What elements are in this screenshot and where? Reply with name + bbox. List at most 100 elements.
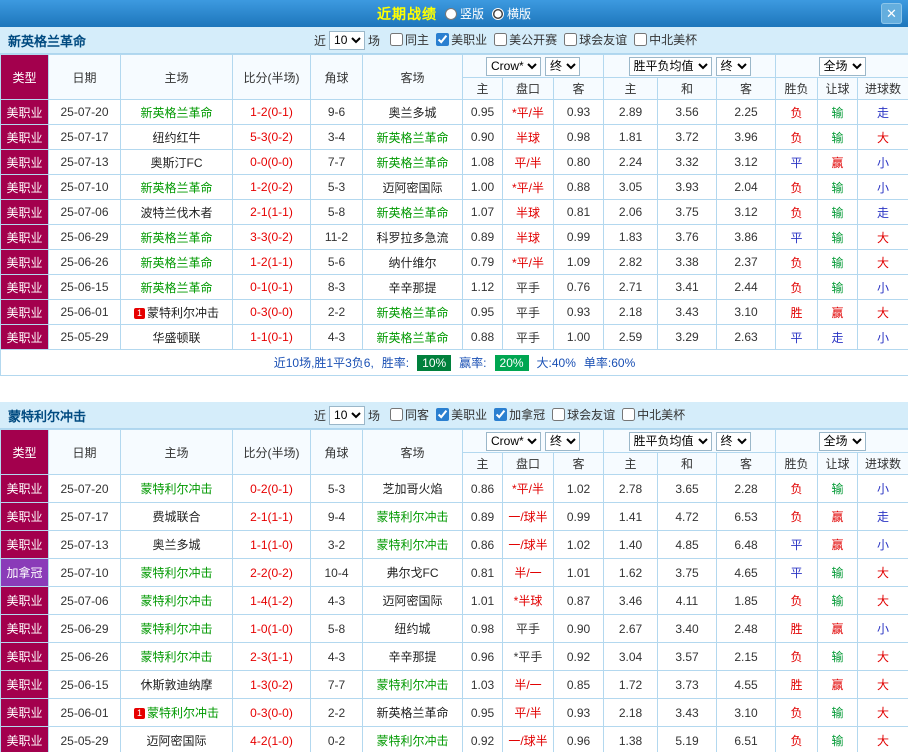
league-filter[interactable]: 球会友谊 <box>564 31 627 48</box>
eu-home-odds-cell: 3.05 <box>603 174 658 200</box>
league-filter-checkbox[interactable] <box>390 408 404 421</box>
result-cell: 胜 <box>775 299 819 325</box>
asian-stage-select[interactable]: 终 <box>545 56 580 76</box>
asian-away-odds-cell: 0.80 <box>553 149 604 175</box>
scope-select[interactable]: 全场 <box>818 56 866 76</box>
goals-result-cell: 大 <box>857 299 908 325</box>
europe-stage-select[interactable]: 终 <box>715 431 751 451</box>
europe-stage-select[interactable]: 终 <box>715 56 751 76</box>
score-cell: 1-1(1-0) <box>232 530 311 559</box>
asian-home-odds-cell: 1.07 <box>462 199 503 225</box>
league-filter[interactable]: 中北美杯 <box>634 31 697 48</box>
date-cell: 25-06-15 <box>48 670 121 699</box>
corners-cell: 3-4 <box>310 124 363 150</box>
asian-stage-select[interactable]: 终 <box>545 431 580 451</box>
recent-count-select[interactable]: 10 <box>329 30 366 50</box>
asian-home-odds-cell: 0.86 <box>462 530 503 559</box>
winloss-avg-select[interactable]: 胜平负均值 <box>628 56 712 76</box>
eu-draw-odds-cell: 3.29 <box>657 324 717 350</box>
summary-segment-badge_light: 20% <box>494 355 529 371</box>
layout-option-horizontal[interactable]: 横版 <box>492 5 531 22</box>
asian-home-odds-cell: 1.01 <box>462 586 503 615</box>
league-filter-checkbox[interactable] <box>494 33 508 46</box>
score-cell: 2-2(0-2) <box>232 558 311 587</box>
eu-away-odds-cell: 2.28 <box>715 474 777 503</box>
away-team-cell: 纽约城 <box>362 614 463 643</box>
recent-count-select[interactable]: 10 <box>329 405 366 425</box>
eu-away-odds-cell: 2.15 <box>715 642 777 671</box>
horizontal-layout-radio[interactable] <box>492 7 504 20</box>
eu-away-odds-cell: 2.48 <box>715 614 777 643</box>
league-filter-checkbox[interactable] <box>634 33 648 46</box>
home-team-cell: 新英格兰革命 <box>120 174 233 200</box>
league-filter[interactable]: 美职业 <box>436 31 487 48</box>
league-filter[interactable]: 球会友谊 <box>552 406 615 423</box>
league-filter[interactable]: 同主 <box>390 31 429 48</box>
goals-result-cell: 大 <box>857 224 908 250</box>
handicap-result-cell: 输 <box>817 474 859 503</box>
close-button[interactable]: ✕ <box>881 3 902 24</box>
corners-cell: 7-7 <box>310 670 363 699</box>
match-row: 美职业 25-07-17 费城联合 2-1(1-1) 9-4 蒙特利尔冲击 0.89 一/球半… <box>0 502 908 531</box>
recent-prefix-label: 近 <box>314 408 327 423</box>
summary-segment-label: 单率:60% <box>583 356 636 370</box>
asian-odds-controls: Crow* 终 <box>462 429 604 453</box>
league-filter-checkbox[interactable] <box>390 33 404 46</box>
asian-away-odds-cell: 0.99 <box>553 224 604 250</box>
league-filter[interactable]: 美公开赛 <box>494 31 557 48</box>
asian-handicap-cell: 一/球半 <box>502 530 554 559</box>
asian-home-odds-cell: 0.79 <box>462 249 503 275</box>
scope-select[interactable]: 全场 <box>818 431 866 451</box>
result-cell: 平 <box>775 558 819 587</box>
corners-cell: 5-8 <box>310 614 363 643</box>
league-filter[interactable]: 同客 <box>390 406 429 423</box>
date-cell: 25-07-20 <box>48 474 121 503</box>
league-filter-checkbox[interactable] <box>552 408 566 421</box>
corners-cell: 3-2 <box>310 530 363 559</box>
home-team-cell: 新英格兰革命 <box>120 224 233 250</box>
scope-controls: 全场 <box>775 54 908 78</box>
layout-option-vertical[interactable]: 竖版 <box>444 5 484 22</box>
vertical-layout-radio[interactable] <box>444 7 457 20</box>
score-cell: 3-3(0-2) <box>232 224 311 250</box>
bookmaker-select[interactable]: Crow* <box>486 56 541 76</box>
league-filter-checkbox[interactable] <box>436 408 450 421</box>
league-filter[interactable]: 加拿冠 <box>494 406 545 423</box>
asian-away-odds-cell: 1.02 <box>553 474 604 503</box>
summary-row: 近10场,胜1平3负6, 胜率: 10% 赢率: 20% 大:40% 单率:60% <box>0 349 908 376</box>
winloss-avg-select[interactable]: 胜平负均值 <box>628 431 712 451</box>
score-cell: 1-1(0-1) <box>232 324 311 350</box>
corners-cell: 8-3 <box>310 274 363 300</box>
handicap-result-cell: 输 <box>817 726 859 752</box>
eu-home-odds-cell: 2.78 <box>603 474 658 503</box>
recent-results-popup: 近期战绩 竖版 横版 ✕ 新英格兰革命 近 10 场 同主 美职业 美公开赛 球会友谊… <box>0 0 908 752</box>
league-filter[interactable]: 中北美杯 <box>622 406 685 423</box>
asian-home-odds-cell: 1.08 <box>462 149 503 175</box>
red-card-icon: 1 <box>133 307 145 319</box>
league-cell: 美职业 <box>0 99 49 125</box>
league-filter-checkbox[interactable] <box>622 408 636 421</box>
away-team-cell: 科罗拉多急流 <box>362 224 463 250</box>
league-filter[interactable]: 美职业 <box>436 406 487 423</box>
corners-cell: 5-6 <box>310 249 363 275</box>
eu-away-odds-cell: 2.63 <box>715 324 777 350</box>
summary-segment-label: 胜率: <box>381 356 410 370</box>
league-filter-checkbox[interactable] <box>494 408 508 421</box>
asian-home-odds-cell: 0.89 <box>462 502 503 531</box>
recent-prefix-label: 近 <box>314 33 327 48</box>
goals-result-cell: 走 <box>857 502 908 531</box>
eu-draw-odds-cell: 3.73 <box>657 670 717 699</box>
home-team-cell: 纽约红牛 <box>120 124 233 150</box>
asian-handicap-cell: 半/一 <box>502 558 554 587</box>
eu-home-odds-cell: 2.59 <box>603 324 658 350</box>
match-row: 美职业 25-07-06 蒙特利尔冲击 1-4(1-2) 4-3 迈阿密国际 1.01 *半球… <box>0 586 908 615</box>
asian-away-odds-cell: 0.93 <box>553 299 604 325</box>
handicap-result-cell: 赢 <box>817 502 859 531</box>
corners-cell: 2-2 <box>310 299 363 325</box>
league-filter-checkbox[interactable] <box>564 33 578 46</box>
eu-home-odds-cell: 1.38 <box>603 726 658 752</box>
league-filter-checkbox[interactable] <box>436 33 450 46</box>
bookmaker-select[interactable]: Crow* <box>486 431 541 451</box>
league-cell: 美职业 <box>0 530 49 559</box>
recent-suffix-label: 场 <box>368 33 381 48</box>
